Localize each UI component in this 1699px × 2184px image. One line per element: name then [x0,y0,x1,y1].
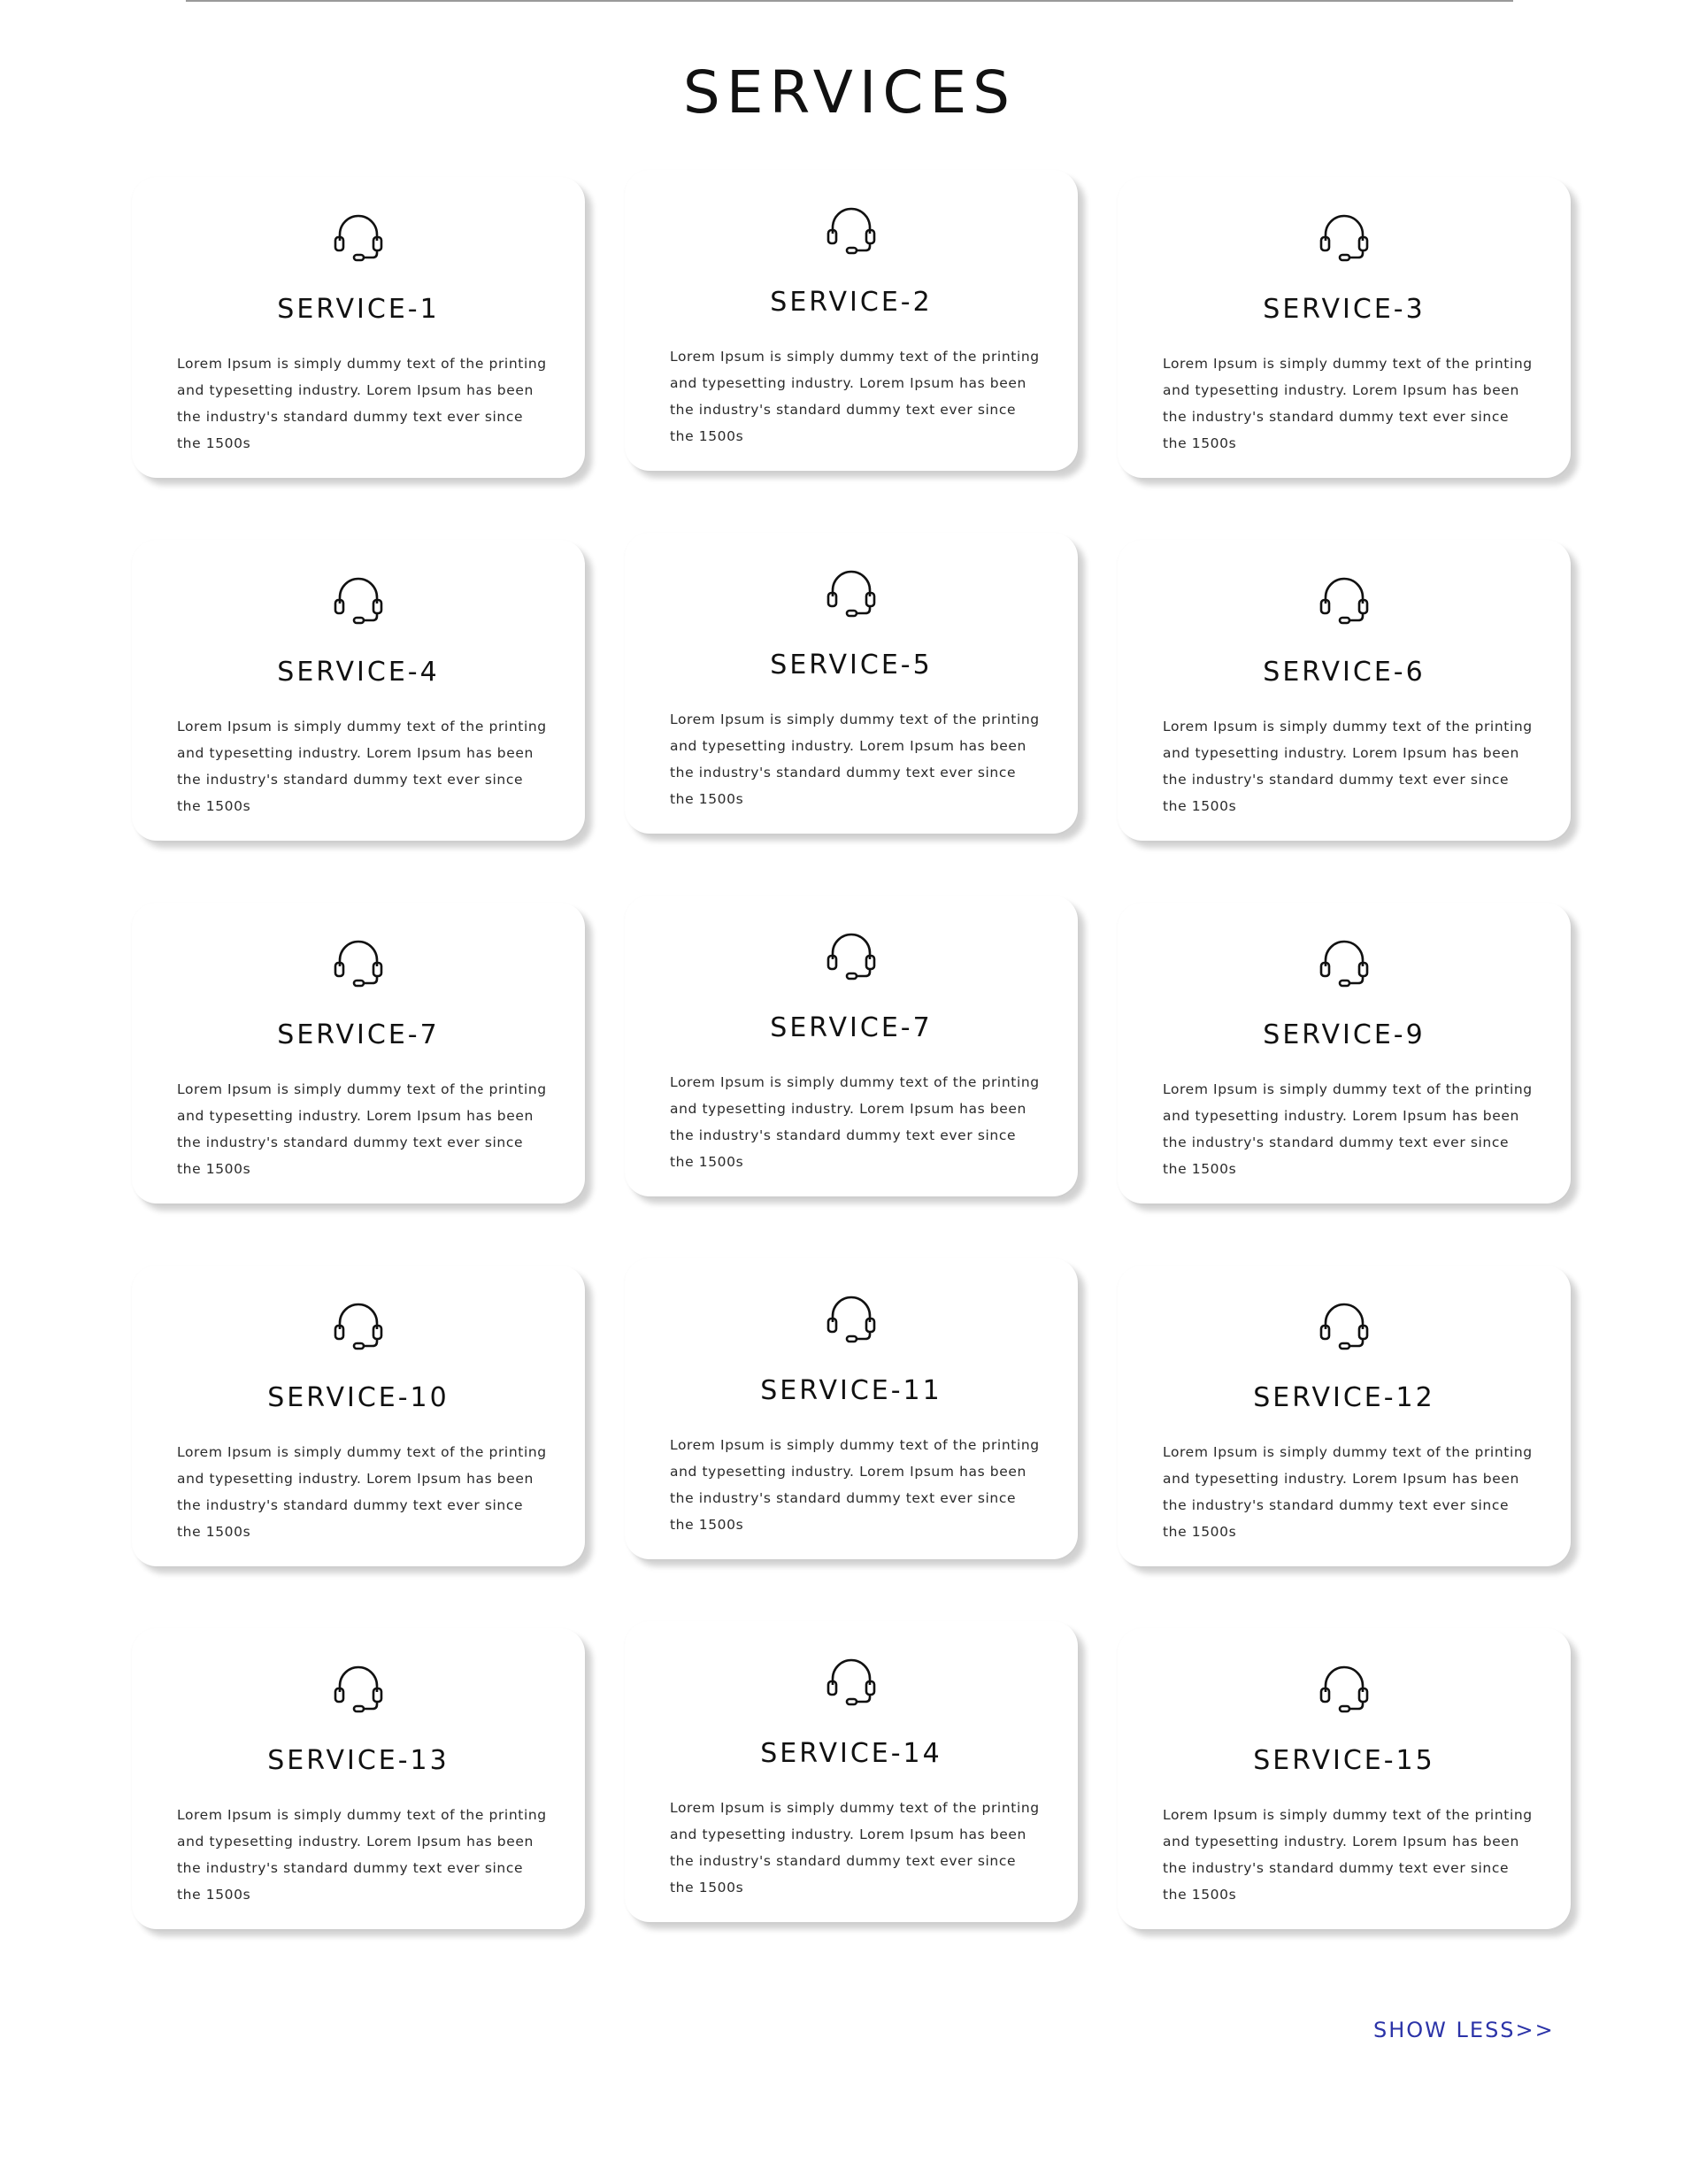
service-title: SERVICE-14 [760,1738,942,1769]
headset-icon [826,1655,877,1706]
service-card: SERVICE-14 Lorem Ipsum is simply dummy t… [625,1621,1078,1922]
service-description: Lorem Ipsum is simply dummy text of the … [177,1081,547,1177]
service-card: SERVICE-6 Lorem Ipsum is simply dummy te… [1118,540,1571,841]
service-card: SERVICE-4 Lorem Ipsum is simply dummy te… [132,540,585,841]
service-card: SERVICE-13 Lorem Ipsum is simply dummy t… [132,1628,585,1929]
service-description: Lorem Ipsum is simply dummy text of the … [670,1437,1040,1533]
service-description: Lorem Ipsum is simply dummy text of the … [1163,1081,1533,1177]
service-card: SERVICE-11 Lorem Ipsum is simply dummy t… [625,1258,1078,1559]
service-description: Lorem Ipsum is simply dummy text of the … [670,1074,1040,1170]
service-description: Lorem Ipsum is simply dummy text of the … [177,356,547,451]
service-card: SERVICE-2 Lorem Ipsum is simply dummy te… [625,170,1078,471]
service-description: Lorem Ipsum is simply dummy text of the … [1163,356,1533,451]
headset-icon [333,211,384,262]
show-less-link[interactable]: SHOW LESS>> [1373,2019,1555,2041]
service-card: SERVICE-9 Lorem Ipsum is simply dummy te… [1118,903,1571,1204]
headset-icon [826,566,877,618]
service-title: SERVICE-15 [1253,1745,1435,1776]
service-title: SERVICE-9 [1263,1019,1426,1050]
service-title: SERVICE-7 [277,1019,440,1050]
headset-icon [826,1292,877,1343]
headset-icon [333,1662,384,1713]
service-title: SERVICE-10 [267,1382,450,1413]
headset-icon [1318,573,1370,625]
service-description: Lorem Ipsum is simply dummy text of the … [1163,719,1533,814]
service-description: Lorem Ipsum is simply dummy text of the … [670,1800,1040,1896]
service-card: SERVICE-10 Lorem Ipsum is simply dummy t… [132,1265,585,1566]
service-title: SERVICE-1 [277,294,440,325]
service-card: SERVICE-1 Lorem Ipsum is simply dummy te… [132,177,585,478]
service-title: SERVICE-6 [1263,657,1426,688]
service-description: Lorem Ipsum is simply dummy text of the … [177,719,547,814]
service-description: Lorem Ipsum is simply dummy text of the … [1163,1807,1533,1903]
headset-icon [1318,1662,1370,1713]
service-title: SERVICE-3 [1263,294,1426,325]
service-card: SERVICE-3 Lorem Ipsum is simply dummy te… [1118,177,1571,478]
service-title: SERVICE-12 [1253,1382,1435,1413]
headset-icon [826,929,877,980]
service-description: Lorem Ipsum is simply dummy text of the … [177,1444,547,1540]
service-title: SERVICE-4 [277,657,440,688]
service-title: SERVICE-5 [770,650,933,681]
service-card: SERVICE-7 Lorem Ipsum is simply dummy te… [132,903,585,1204]
service-description: Lorem Ipsum is simply dummy text of the … [670,349,1040,444]
headset-icon [826,204,877,255]
headset-icon [333,936,384,988]
headset-icon [1318,1299,1370,1350]
services-grid: SERVICE-1 Lorem Ipsum is simply dummy te… [0,0,1699,2184]
service-description: Lorem Ipsum is simply dummy text of the … [177,1807,547,1903]
headset-icon [1318,936,1370,988]
service-card: SERVICE-12 Lorem Ipsum is simply dummy t… [1118,1265,1571,1566]
service-title: SERVICE-11 [760,1375,942,1406]
service-description: Lorem Ipsum is simply dummy text of the … [1163,1444,1533,1540]
service-title: SERVICE-2 [770,287,933,318]
service-card: SERVICE-15 Lorem Ipsum is simply dummy t… [1118,1628,1571,1929]
headset-icon [333,573,384,625]
service-title: SERVICE-13 [267,1745,450,1776]
service-card: SERVICE-5 Lorem Ipsum is simply dummy te… [625,533,1078,834]
service-card: SERVICE-7 Lorem Ipsum is simply dummy te… [625,896,1078,1196]
service-description: Lorem Ipsum is simply dummy text of the … [670,711,1040,807]
headset-icon [333,1299,384,1350]
service-title: SERVICE-7 [770,1012,933,1043]
headset-icon [1318,211,1370,262]
